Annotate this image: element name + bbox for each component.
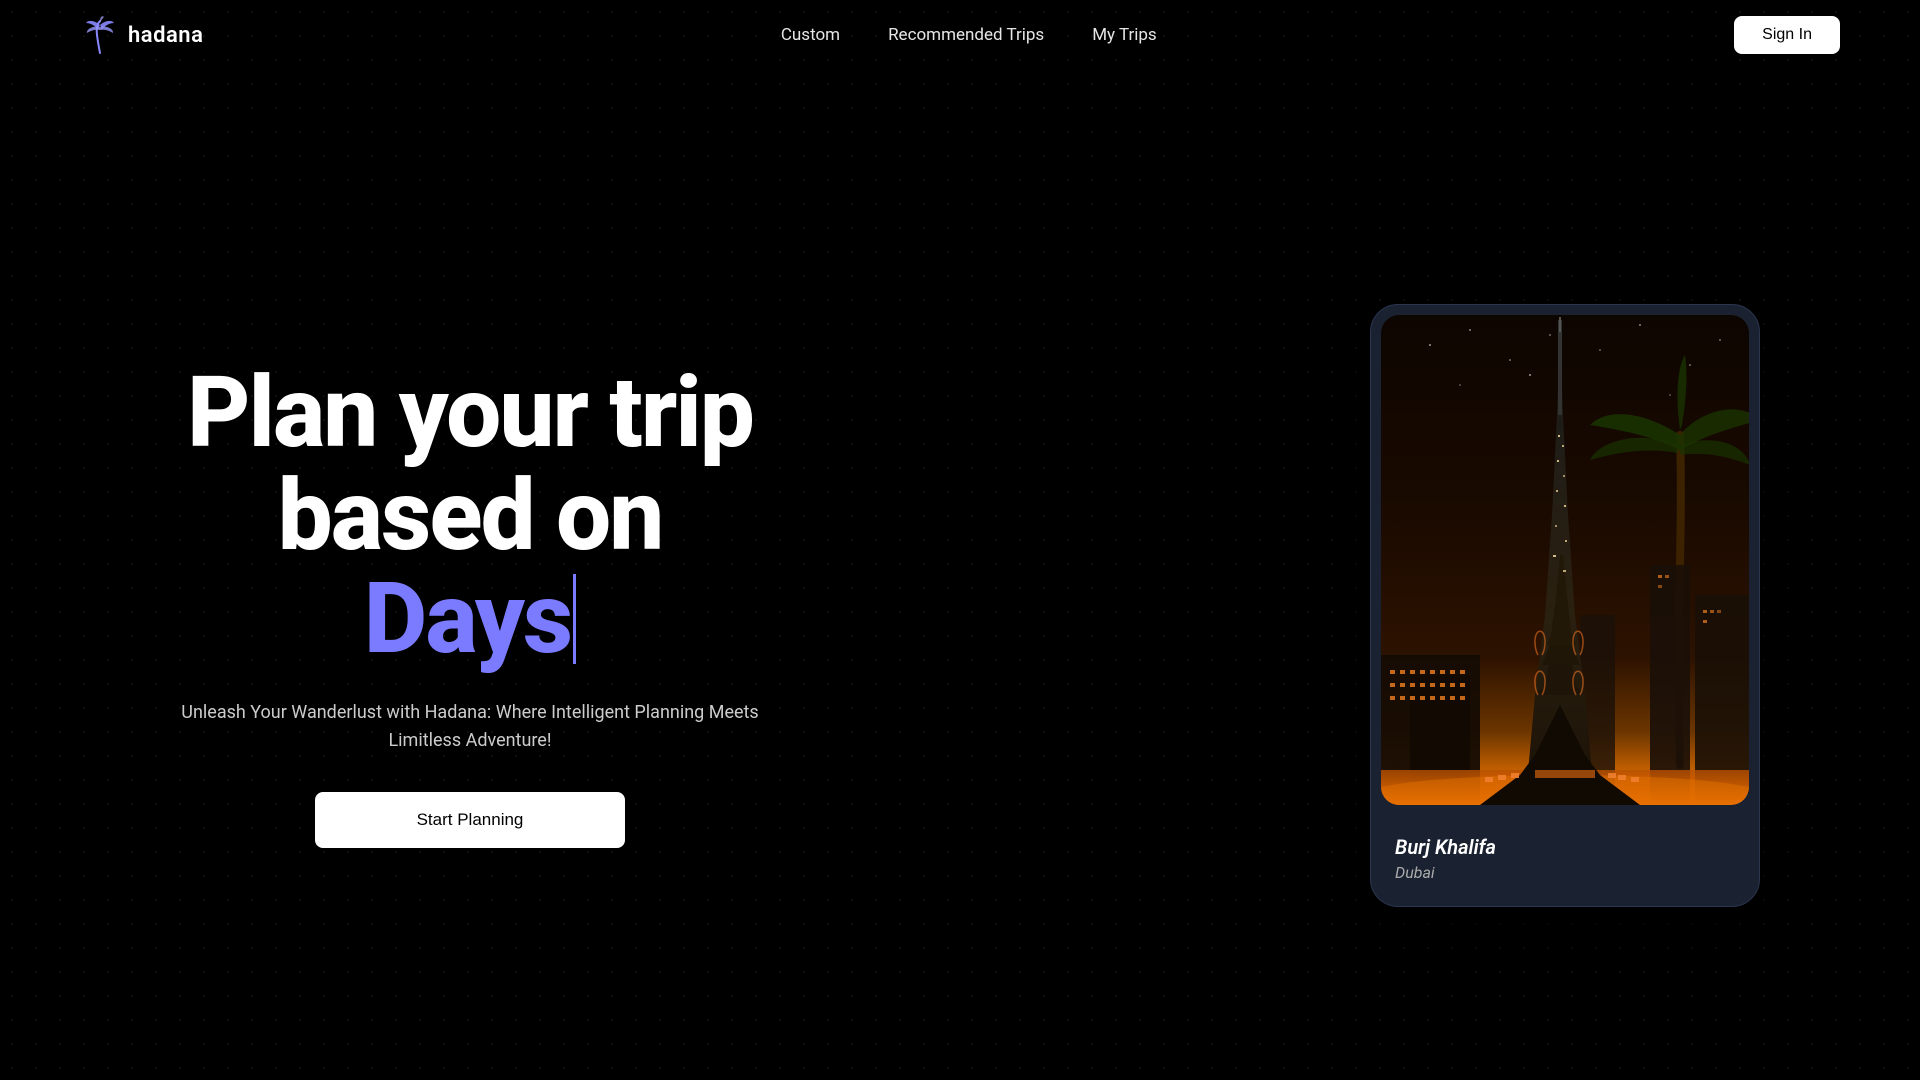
- logo[interactable]: hadana: [80, 15, 203, 55]
- card-info: Burj Khalifa Dubai: [1371, 815, 1759, 906]
- hero-section: Plan your trip based on Days Unleash You…: [180, 362, 760, 848]
- card-landmark: Burj Khalifa: [1395, 835, 1735, 859]
- start-planning-button[interactable]: Start Planning: [315, 792, 625, 848]
- hero-heading-line3: Days: [180, 568, 760, 671]
- hero-animated-word: Days: [364, 568, 571, 671]
- logo-icon: [80, 15, 120, 55]
- brand-name: hadana: [128, 23, 203, 48]
- destination-image: [1381, 315, 1749, 805]
- hero-heading: Plan your trip based on Days: [180, 362, 760, 671]
- text-cursor: [573, 574, 576, 664]
- hero-heading-line1: Plan your trip: [187, 355, 753, 470]
- nav-my-trips[interactable]: My Trips: [1092, 25, 1157, 45]
- card-city: Dubai: [1395, 863, 1735, 882]
- destination-card-container: Burj Khalifa Dubai: [1370, 304, 1760, 907]
- main-content: Plan your trip based on Days Unleash You…: [0, 70, 1920, 1080]
- navbar: hadana Custom Recommended Trips My Trips…: [0, 0, 1920, 70]
- hero-heading-line2: based on: [278, 458, 663, 573]
- nav-custom[interactable]: Custom: [781, 25, 840, 45]
- destination-card: Burj Khalifa Dubai: [1370, 304, 1760, 907]
- card-image-wrapper: [1381, 315, 1749, 805]
- nav-recommended-trips[interactable]: Recommended Trips: [888, 25, 1044, 45]
- nav-links: Custom Recommended Trips My Trips: [781, 25, 1157, 45]
- hero-subtitle: Unleash Your Wanderlust with Hadana: Whe…: [180, 699, 760, 757]
- sign-in-button[interactable]: Sign In: [1734, 16, 1840, 54]
